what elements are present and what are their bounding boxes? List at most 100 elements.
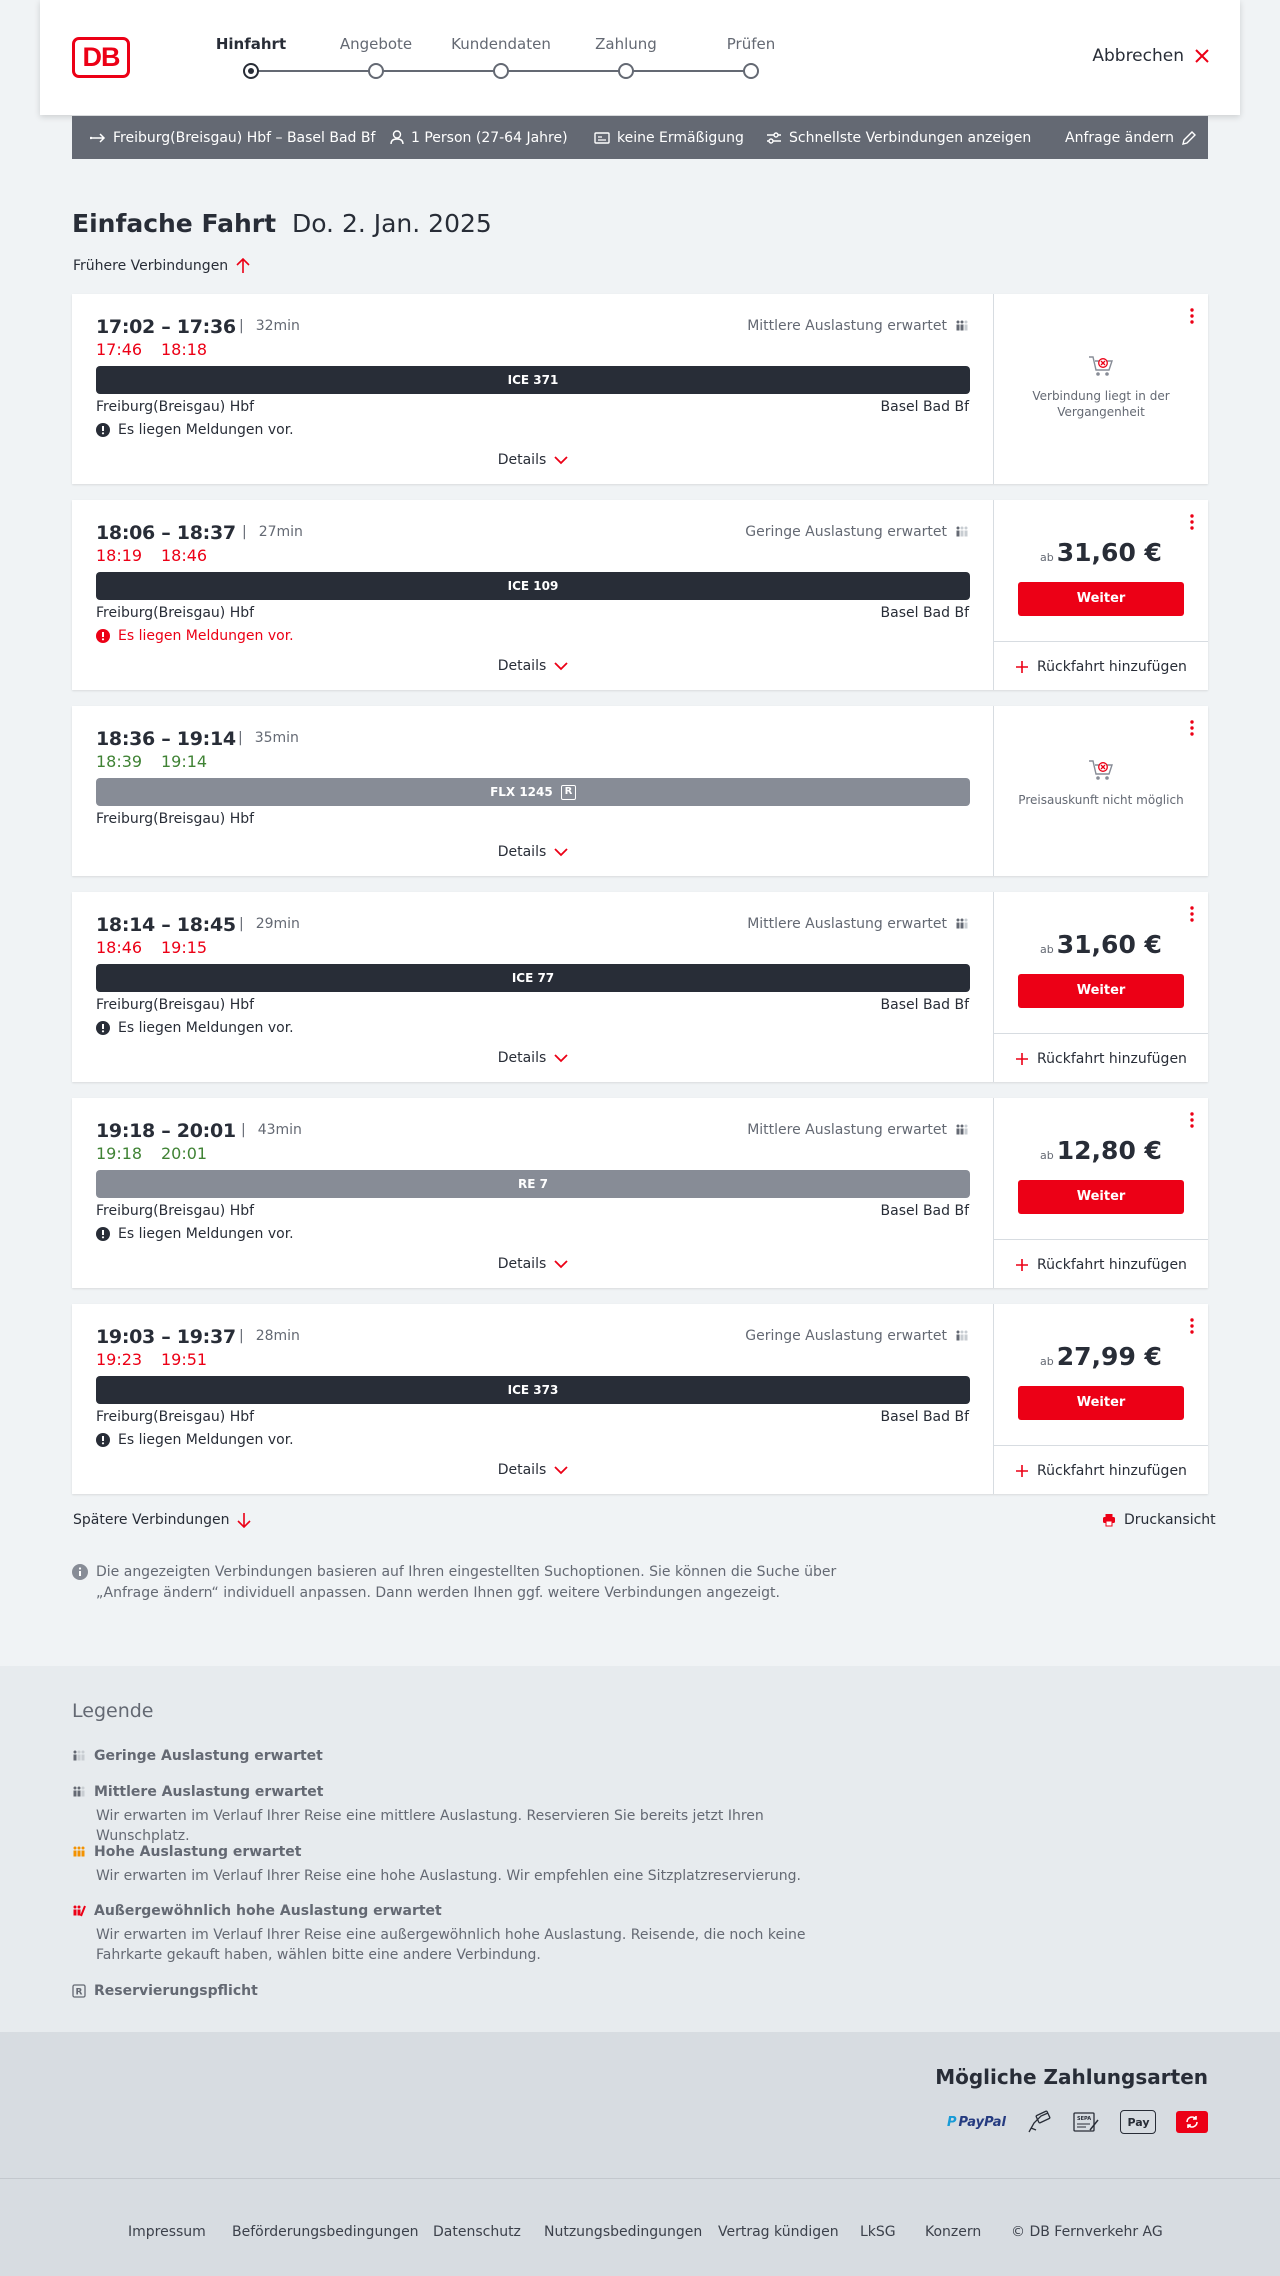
realtime-arrival: 18:46 (161, 546, 208, 565)
add-return-trip-label: Rückfahrt hinzufügen (1037, 1256, 1187, 1273)
train-bar[interactable]: ICE 77 (96, 964, 970, 992)
details-label: Details (497, 452, 547, 468)
price: ab 31,60 € (994, 538, 1208, 567)
train-bar[interactable]: ICE 371 (96, 366, 970, 394)
cancel-label: Abbrechen (1092, 46, 1184, 66)
payment-methods-section: Mögliche Zahlungsarten P PayPal SEPA Pay (0, 2032, 1280, 2178)
more-options-icon[interactable] (1190, 308, 1194, 324)
details-label: Details (497, 1462, 547, 1478)
legend-item-aussergewoehnlich: Außergewöhnlich hohe Auslastung erwartet… (72, 1903, 856, 1965)
more-options-icon[interactable] (1190, 720, 1194, 736)
details-toggle[interactable]: Details (72, 658, 994, 674)
connection-info: 18:06 – 18:37 | 27min 18:19 18:46 Geringe Aus… (72, 500, 994, 690)
disruption-message[interactable]: Es liegen Meldungen vor. (96, 628, 294, 644)
connection-info: 17:02 – 17:36 | 32min 17:46 18:18 Mittlere Au… (72, 294, 994, 484)
train-name: ICE 109 (507, 579, 559, 593)
disruption-message[interactable]: Es liegen Meldungen vor. (96, 1432, 294, 1448)
disruption-text: Es liegen Meldungen vor. (118, 628, 294, 644)
add-return-trip-button[interactable]: Rückfahrt hinzufügen (994, 1445, 1208, 1495)
train-bar[interactable]: ICE 373 (96, 1376, 970, 1404)
load-low-icon (72, 1750, 86, 1762)
weiter-button[interactable]: Weiter (1018, 1386, 1184, 1420)
footer-link-lksg[interactable]: LkSG (860, 2224, 896, 2240)
cancel-button[interactable]: Abbrechen (1092, 46, 1210, 66)
add-return-trip-button[interactable]: Rückfahrt hinzufügen (994, 1239, 1208, 1289)
arrow-up-icon (236, 258, 250, 274)
add-return-trip-label: Rückfahrt hinzufügen (1037, 1462, 1187, 1479)
weiter-button[interactable]: Weiter (1018, 974, 1184, 1008)
footer-link-datenschutz[interactable]: Datenschutz (433, 2224, 521, 2240)
origin-station: Freiburg(Breisgau) Hbf (96, 399, 255, 415)
db-logo[interactable]: DB (72, 37, 130, 78)
price-prefix: ab (1040, 551, 1054, 564)
legend-item-title: Mittlere Auslastung erwartet (94, 1784, 324, 1800)
train-bar[interactable]: ICE 109 (96, 572, 970, 600)
bahncard-icon (594, 131, 610, 144)
occupancy-indicator: Mittlere Auslastung erwartet (747, 1122, 969, 1138)
later-connections-link[interactable]: Spätere Verbindungen (73, 1512, 252, 1528)
print-view-label: Druckansicht (1124, 1512, 1216, 1528)
details-toggle[interactable]: Details (72, 1256, 994, 1272)
more-options-icon[interactable] (1190, 514, 1194, 530)
train-bar[interactable]: FLX 1245 R (96, 778, 970, 806)
scheduled-times: 18:14 – 18:45 (96, 914, 236, 936)
change-request-button[interactable]: Anfrage ändern (1065, 116, 1197, 159)
more-options-icon[interactable] (1190, 1112, 1194, 1128)
train-name: ICE 77 (511, 971, 555, 985)
train-bar[interactable]: RE 7 (96, 1170, 970, 1198)
summary-passengers: 1 Person (27-64 Jahre) (390, 116, 568, 159)
legend-item-desc: Wir erwarten im Verlauf Ihrer Reise eine… (96, 1868, 801, 1884)
duration: | 35min (238, 730, 299, 746)
print-view-link[interactable]: Druckansicht (1102, 1512, 1216, 1528)
disruption-message[interactable]: Es liegen Meldungen vor. (96, 1020, 294, 1036)
earlier-connections-label: Frühere Verbindungen (73, 258, 229, 274)
footer-link-nutzungsbedingungen[interactable]: Nutzungsbedingungen (544, 2224, 702, 2240)
svg-text:R: R (76, 1988, 83, 1998)
occupancy-indicator: Mittlere Auslastung erwartet (747, 916, 969, 932)
info-text: Die angezeigten Verbindungen basieren au… (96, 1564, 837, 1601)
details-toggle[interactable]: Details (72, 1050, 994, 1066)
weiter-button[interactable]: Weiter (1018, 582, 1184, 616)
details-toggle[interactable]: Details (72, 1462, 994, 1478)
add-return-trip-button[interactable]: Rückfahrt hinzufügen (994, 1033, 1208, 1083)
realtime-departure: 17:46 (96, 340, 143, 359)
summary-route-text: Freiburg(Breisgau) Hbf – Basel Bad Bf (113, 129, 376, 146)
footer-link-befoerderungsbedingungen[interactable]: Beförderungsbedingungen (232, 2224, 419, 2240)
chevron-down-icon (554, 1259, 568, 1269)
summary-discount: keine Ermäßigung (594, 116, 744, 159)
more-options-icon[interactable] (1190, 1318, 1194, 1334)
footer-link-konzern[interactable]: Konzern (925, 2224, 981, 2240)
legend-item-gering: Geringe Auslastung erwartet (72, 1748, 323, 1764)
footer-link-impressum[interactable]: Impressum (128, 2224, 206, 2240)
realtime-departure: 19:18 (96, 1144, 143, 1163)
step-label-kundendaten: Kundendaten (451, 35, 551, 53)
earlier-connections-link[interactable]: Frühere Verbindungen (73, 258, 250, 274)
add-return-trip-button[interactable]: Rückfahrt hinzufügen (994, 641, 1208, 691)
scheduled-times: 18:06 – 18:37 (96, 522, 236, 544)
step-label-angebote: Angebote (339, 35, 413, 53)
destination-station: Basel Bad Bf (880, 1203, 969, 1219)
origin-station: Freiburg(Breisgau) Hbf (96, 1409, 255, 1425)
details-toggle[interactable]: Details (72, 452, 994, 468)
disruption-message[interactable]: Es liegen Meldungen vor. (96, 422, 294, 438)
load-medium-icon (72, 1786, 86, 1798)
footer-link-vertrag-kuendigen[interactable]: Vertrag kündigen (718, 2224, 839, 2240)
plus-icon (1015, 1258, 1029, 1272)
summary-discount-text: keine Ermäßigung (617, 129, 744, 146)
offer-panel: ab 27,99 € Weiter Rückfahrt hinzufügen (994, 1304, 1208, 1494)
info-icon (72, 1564, 88, 1604)
later-connections-label: Spätere Verbindungen (73, 1512, 230, 1528)
apple-pay-label: Pay (1127, 2115, 1150, 2129)
duration: | 28min (239, 1328, 300, 1344)
disruption-message[interactable]: Es liegen Meldungen vor. (96, 1226, 294, 1242)
step-label-pruefen: Prüfen (726, 35, 776, 53)
more-options-icon[interactable] (1190, 906, 1194, 922)
occupancy-icon (955, 1330, 969, 1342)
footer: Impressum Beförderungsbedingungen Datens… (0, 2178, 1280, 2276)
details-toggle[interactable]: Details (72, 844, 994, 860)
offer-panel: ab 31,60 € Weiter Rückfahrt hinzufügen (994, 892, 1208, 1082)
legend-item-mittel: Mittlere Auslastung erwartet Wir erwarte… (72, 1784, 856, 1846)
svg-text:SEPA: SEPA (1077, 2116, 1091, 2122)
weiter-button[interactable]: Weiter (1018, 1180, 1184, 1214)
occupancy-label: Mittlere Auslastung erwartet (747, 916, 947, 932)
